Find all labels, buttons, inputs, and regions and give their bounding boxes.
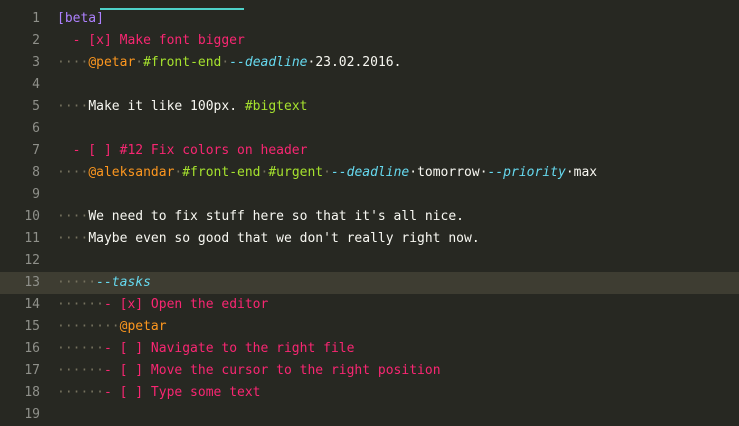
line-number: 11 [24,231,40,246]
line-code[interactable]: ·····--tasks [57,272,151,294]
editor-line[interactable]: 10 ····We need to fix stuff here so that … [0,206,739,228]
code-token: - [ ] #12 Fix colors on header [57,143,308,158]
editor-line[interactable]: 11 ····Maybe even so good that we don't r… [0,228,739,250]
line-number: 16 [24,341,40,356]
editor-line[interactable]: 15 ········@petar [0,316,739,338]
line-number: 15 [24,319,40,334]
code-token: - [ ] Navigate to the right file [103,341,355,356]
whitespace-marker: ······ [57,297,104,312]
editor-line[interactable]: 12 [0,250,739,272]
line-number: 14 [24,297,40,312]
line-number: 19 [24,407,40,422]
code-token: @petar [88,55,136,70]
code-token: - [ ] Type some text [103,385,261,400]
code-token: --tasks [96,275,151,290]
code-token: - [ ] Move the cursor to the right posit… [103,363,441,378]
code-token: --deadline [330,165,410,180]
line-number: 2 [32,33,40,48]
editor-line[interactable]: 2 - [x] Make font bigger [0,30,739,52]
code-token: #urgent [268,165,324,180]
line-number: 7 [32,143,40,158]
code-token: - [x] Open the editor [103,297,269,312]
line-number: 3 [32,55,40,70]
code-token: [beta] [57,11,104,26]
editor-line[interactable]: 6 [0,118,739,140]
code-token: ·tomorrow· [409,165,488,180]
whitespace-marker: ······ [57,385,104,400]
code-editor[interactable]: 1 [beta] 2 - [x] Make font bigger 3 ····@pet… [0,0,739,422]
whitespace-marker: · [323,165,331,180]
line-number: 8 [32,165,40,180]
editor-line[interactable]: 13 ·····--tasks [0,272,739,294]
editor-line[interactable]: 7 - [ ] #12 Fix colors on header [0,140,739,162]
line-number: 4 [32,77,40,92]
line-number: 10 [24,209,40,224]
line-code[interactable]: ····@petar·#front-end·--deadline·23.02.2… [57,52,401,74]
whitespace-marker: ···· [57,99,89,114]
line-code[interactable]: - [ ] #12 Fix colors on header [57,140,308,162]
editor-line[interactable]: 19 [0,404,739,426]
editor-line[interactable]: 17 ······- [ ] Move the cursor to the rig… [0,360,739,382]
editor-line[interactable]: 9 [0,184,739,206]
code-token: Maybe even so good that we don't really … [88,231,480,246]
editor-line[interactable]: 5 ····Make it like 100px. #bigtext [0,96,739,118]
line-number: 17 [24,363,40,378]
code-token: ·23.02.2016. [307,55,402,70]
whitespace-marker: · [135,55,144,70]
whitespace-marker: ······ [57,363,104,378]
line-code[interactable]: ······- [ ] Type some text [57,382,261,404]
code-token: #front-end [143,55,222,70]
line-code[interactable]: ······- [ ] Navigate to the right file [57,338,354,360]
code-token: We need to fix stuff here so that it's a… [88,209,464,224]
line-code[interactable]: ····We need to fix stuff here so that it… [57,206,464,228]
line-number: 12 [24,253,40,268]
line-code[interactable]: ····@aleksandar·#front-end·#urgent·--dea… [57,162,597,184]
line-number: 9 [32,187,40,202]
editor-line[interactable]: 8 ····@aleksandar·#front-end·#urgent·--de… [0,162,739,184]
line-number: 18 [24,385,40,400]
line-number: 5 [32,99,40,114]
code-token: #bigtext [244,99,308,114]
whitespace-marker: ···· [57,231,89,246]
whitespace-marker: ···· [57,165,89,180]
line-code[interactable]: [beta] [57,8,104,30]
line-number: 13 [24,275,40,290]
line-number: 6 [32,121,40,136]
code-token: Make it like 100px. [88,99,245,114]
code-token: @petar [119,319,167,334]
whitespace-marker: ······ [57,341,104,356]
whitespace-marker: ···· [57,55,89,70]
line-code[interactable]: ········@petar [57,316,167,338]
editor-line[interactable]: 16 ······- [ ] Navigate to the right file [0,338,739,360]
editor-line[interactable]: 4 [0,74,739,96]
code-token: --deadline [229,55,308,70]
code-token: - [x] Make font bigger [57,33,245,48]
editor-lines[interactable]: 1 [beta] 2 - [x] Make font bigger 3 ····@pet… [0,8,739,426]
whitespace-marker: ········ [57,319,120,334]
line-code[interactable]: ····Make it like 100px. #bigtext [57,96,307,118]
whitespace-marker: ···· [57,209,89,224]
editor-line[interactable]: 1 [beta] [0,8,739,30]
code-token: --priority [487,165,566,180]
editor-line[interactable]: 3 ····@petar·#front-end·--deadline·23.02.… [0,52,739,74]
code-token: #front-end [182,165,261,180]
line-code[interactable]: ······- [x] Open the editor [57,294,268,316]
line-number: 1 [32,11,40,26]
line-code[interactable]: ······- [ ] Move the cursor to the right… [57,360,441,382]
line-code[interactable]: - [x] Make font bigger [57,30,245,52]
line-code[interactable]: ····Maybe even so good that we don't rea… [57,228,480,250]
code-token: @aleksandar [88,165,175,180]
code-token: ·max [565,165,598,180]
editor-line[interactable]: 18 ······- [ ] Type some text [0,382,739,404]
whitespace-marker: ····· [57,275,97,290]
editor-line[interactable]: 14 ······- [x] Open the editor [0,294,739,316]
